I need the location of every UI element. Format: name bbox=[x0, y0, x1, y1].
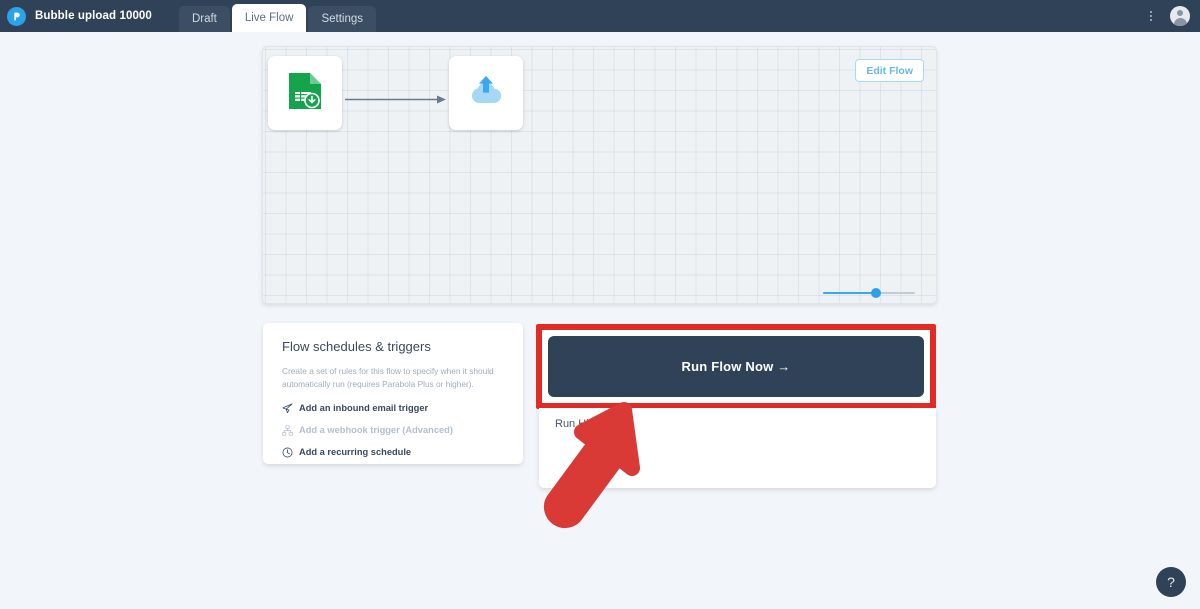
help-button[interactable]: ? bbox=[1156, 567, 1186, 597]
more-vertical-icon[interactable] bbox=[1144, 8, 1157, 24]
add-inbound-email-trigger[interactable]: Add an inbound email trigger bbox=[282, 403, 504, 414]
top-bar-right-controls bbox=[1144, 0, 1200, 32]
schedules-title: Flow schedules & triggers bbox=[282, 339, 431, 354]
run-history-card: Run History bbox=[539, 408, 936, 488]
brand-zone: Bubble upload 10000 bbox=[0, 0, 152, 32]
run-flow-now-highlight: Run Flow Now → bbox=[536, 324, 936, 409]
flow-canvas[interactable]: Edit Flow bbox=[262, 46, 937, 304]
edit-flow-button[interactable]: Edit Flow bbox=[855, 59, 924, 82]
arrow-right-connector bbox=[345, 91, 447, 104]
flow-title: Bubble upload 10000 bbox=[35, 10, 152, 22]
tab-draft[interactable]: Draft bbox=[178, 6, 230, 32]
tab-live-flow[interactable]: Live Flow bbox=[231, 4, 307, 32]
cloud-upload-icon bbox=[466, 71, 506, 116]
trigger-label: Add a webhook trigger (Advanced) bbox=[299, 425, 453, 436]
tab-settings[interactable]: Settings bbox=[308, 6, 376, 32]
clock-icon bbox=[282, 447, 293, 458]
user-avatar-icon[interactable] bbox=[1170, 6, 1190, 26]
destination-upload-node[interactable] bbox=[449, 56, 523, 130]
add-recurring-schedule[interactable]: Add a recurring schedule bbox=[282, 447, 504, 458]
spreadsheet-import-icon bbox=[287, 72, 323, 115]
trigger-label: Add an inbound email trigger bbox=[299, 403, 429, 414]
schedules-description: Create a set of rules for this flow to s… bbox=[282, 366, 494, 390]
canvas-zoom-slider[interactable] bbox=[823, 287, 915, 299]
parabola-logo-icon[interactable] bbox=[7, 6, 26, 26]
webhook-node-icon bbox=[282, 425, 293, 436]
add-webhook-trigger[interactable]: Add a webhook trigger (Advanced) bbox=[282, 425, 504, 436]
top-bar: Bubble upload 10000 Draft Live Flow Sett… bbox=[0, 0, 1200, 32]
run-history-title: Run History bbox=[555, 418, 613, 430]
tab-bar: Draft Live Flow Settings bbox=[178, 0, 378, 32]
flow-schedules-card: Flow schedules & triggers Create a set o… bbox=[263, 323, 523, 464]
trigger-label: Add a recurring schedule bbox=[299, 447, 412, 458]
run-flow-now-button[interactable]: Run Flow Now → bbox=[548, 336, 924, 397]
paper-plane-icon bbox=[282, 403, 293, 414]
zoom-slider-fill bbox=[823, 292, 875, 294]
zoom-slider-thumb[interactable] bbox=[871, 288, 881, 298]
source-spreadsheet-node[interactable] bbox=[268, 56, 342, 130]
